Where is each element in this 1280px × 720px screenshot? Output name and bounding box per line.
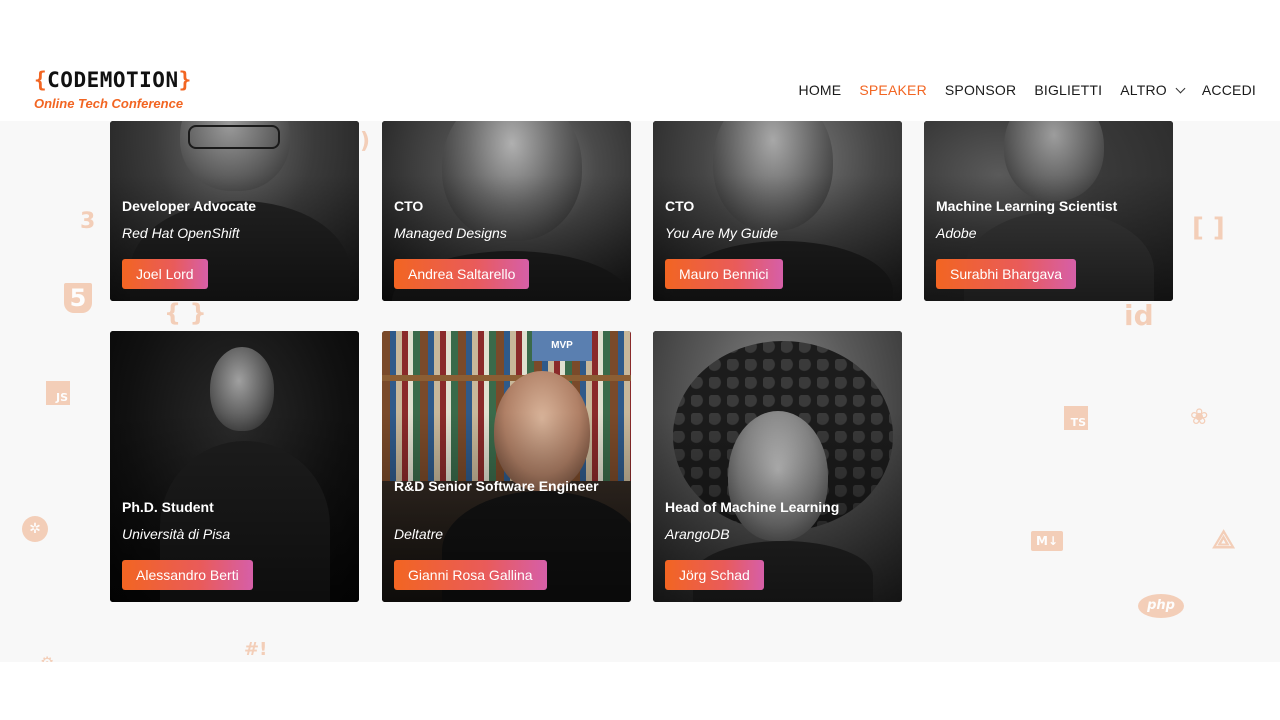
speaker-company: ArangoDB (665, 526, 730, 542)
speaker-role: Developer Advocate (122, 198, 257, 214)
gear-icon: ⚙ (40, 653, 54, 662)
speaker-role: Ph.D. Student (122, 499, 214, 515)
ts-icon: TS (1064, 406, 1088, 430)
speaker-card[interactable]: Head of Machine Learning ArangoDB Jörg S… (653, 331, 902, 602)
nuxt-icon: ⟁ (1212, 525, 1236, 555)
speaker-role: CTO (665, 198, 695, 214)
js-icon: JS (46, 381, 70, 405)
speaker-card[interactable]: Ph.D. Student Università di Pisa Alessan… (110, 331, 359, 602)
nav-altro-dropdown[interactable]: ALTRO (1120, 82, 1186, 98)
page: 3 5 { } JS ✲ #! [ ] id TS ❀ M↓ ⟁ php ⚙ )… (0, 0, 1280, 720)
speaker-company: Red Hat OpenShift (122, 225, 240, 241)
logo-wordmark: CODEMOTION (47, 68, 179, 92)
speaker-role: R&D Senior Software Engineer (394, 478, 599, 494)
nav-speaker[interactable]: SPEAKER (859, 82, 927, 98)
main-nav: HOME SPEAKER SPONSOR BIGLIETTI ALTRO ACC… (781, 82, 1256, 98)
html5-icon: 5 (64, 283, 92, 313)
speaker-company: Università di Pisa (122, 526, 231, 542)
shebang-icon: #! (244, 639, 268, 660)
speaker-company: Adobe (936, 225, 977, 241)
logo-tagline: Online Tech Conference (34, 96, 184, 111)
speaker-name-button[interactable]: Andrea Saltarello (394, 259, 530, 289)
kubernetes-icon: ✲ (22, 516, 48, 542)
nav-biglietti[interactable]: BIGLIETTI (1034, 82, 1102, 98)
speaker-role: Machine Learning Scientist (936, 198, 1118, 214)
nav-accedi[interactable]: ACCEDI (1202, 82, 1256, 98)
codemotion-logo[interactable]: {CODEMOTION} Online Tech Conference (34, 68, 192, 111)
speaker-name-button[interactable]: Joel Lord (122, 259, 208, 289)
brackets-icon: [ ] (1192, 213, 1225, 243)
nav-altro-label: ALTRO (1120, 82, 1167, 98)
chevron-down-icon (1175, 83, 1186, 93)
id-icon: id (1124, 299, 1154, 332)
speaker-card[interactable]: CTO Managed Designs Andrea Saltarello (382, 121, 631, 301)
speaker-name-button[interactable]: Alessandro Berti (122, 560, 253, 590)
speaker-company: Managed Designs (394, 225, 507, 241)
logo-brace-open: { (34, 68, 48, 92)
speaker-name-button[interactable]: Gianni Rosa Gallina (394, 560, 547, 590)
speaker-role: CTO (394, 198, 424, 214)
css3-icon: 3 (80, 209, 96, 234)
speaker-company: Deltatre (394, 526, 444, 542)
php-icon: php (1138, 594, 1184, 618)
speaker-name-button[interactable]: Jörg Schad (665, 560, 764, 590)
speaker-card[interactable]: Developer Advocate Red Hat OpenShift Joe… (110, 121, 359, 301)
speaker-card[interactable]: CTO You Are My Guide Mauro Bennici (653, 121, 902, 301)
nav-sponsor[interactable]: SPONSOR (945, 82, 1016, 98)
site-header: {CODEMOTION} Online Tech Conference HOME… (0, 56, 1280, 121)
speaker-card[interactable]: Machine Learning Scientist Adobe Surabhi… (924, 121, 1173, 301)
python-icon: ❀ (1190, 405, 1209, 430)
speaker-name-button[interactable]: Mauro Bennici (665, 259, 783, 289)
speaker-company: You Are My Guide (665, 225, 779, 241)
paren-icon: ) (360, 129, 371, 154)
braces-icon: { } (164, 299, 207, 327)
logo-brace-close: } (178, 68, 192, 92)
speaker-name-button[interactable]: Surabhi Bhargava (936, 259, 1077, 289)
speaker-role: Head of Machine Learning (665, 499, 840, 515)
nav-home[interactable]: HOME (799, 82, 842, 98)
speaker-card[interactable]: MVP R&D Senior Software Engineer Deltatr… (382, 331, 631, 602)
markdown-icon: M↓ (1031, 531, 1063, 551)
